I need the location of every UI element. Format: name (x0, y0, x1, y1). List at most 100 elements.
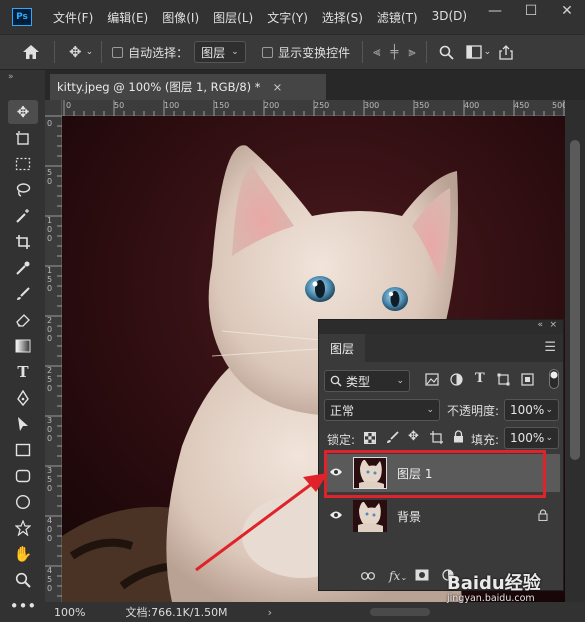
close-window-button[interactable]: ✕ (549, 0, 585, 26)
minimize-button[interactable]: — (477, 0, 513, 26)
move-tool-icon[interactable]: ✥ (69, 43, 82, 61)
lock-label: 锁定: (327, 433, 356, 447)
pen-tool-icon[interactable] (8, 386, 38, 410)
ruler-label: 50 (114, 101, 125, 110)
align-center-icon[interactable]: ╪ (391, 45, 399, 60)
menu-image[interactable]: 图像(I) (158, 9, 203, 26)
close-panel-icon[interactable]: × (549, 320, 557, 330)
separator (362, 41, 364, 63)
gradient-tool-icon[interactable] (8, 334, 38, 358)
type-filter-icon[interactable]: T (475, 371, 485, 386)
lasso-tool-icon[interactable] (8, 178, 38, 202)
blend-mode-dropdown[interactable]: 正常 ⌄ (324, 399, 440, 421)
artboard-tool-icon[interactable] (8, 126, 38, 150)
menu-layer[interactable]: 图层(L) (209, 9, 257, 26)
separator (54, 41, 55, 63)
ruler-label: 400 (464, 101, 480, 110)
layer-style-fx-icon[interactable]: fx⌄ (389, 569, 407, 583)
main-menu: 文件(F) 编辑(E) 图像(I) 图层(L) 文字(Y) 选择(S) 滤镜(T… (49, 9, 477, 26)
scrollbar-thumb[interactable] (570, 140, 580, 460)
zoom-level[interactable]: 100% (54, 606, 85, 619)
opacity-value: 100% (510, 403, 545, 417)
fill-field[interactable]: 100% ⌄ (504, 427, 559, 449)
window-controls: — ☐ ✕ (477, 0, 585, 26)
lock-pixels-icon[interactable] (386, 431, 399, 448)
ellipse-tool-icon[interactable] (8, 490, 38, 514)
opacity-field[interactable]: 100% ⌄ (504, 399, 559, 421)
show-transform-checkbox[interactable] (262, 46, 274, 58)
ruler-label: 450 (514, 101, 530, 110)
chevron-down-icon: ⌄ (545, 405, 553, 415)
path-selection-tool-icon[interactable] (8, 412, 38, 436)
type-tool-icon[interactable]: T (8, 360, 38, 384)
share-icon[interactable] (499, 44, 513, 60)
maximize-button[interactable]: ☐ (513, 0, 549, 26)
home-icon[interactable] (22, 44, 40, 60)
vertical-scrollbar[interactable] (565, 100, 585, 602)
eraser-tool-icon[interactable] (8, 308, 38, 332)
layer-row[interactable]: 背景 (324, 497, 560, 535)
rectangle-tool-icon[interactable] (8, 438, 38, 462)
chevron-down-icon[interactable]: ⌄ (86, 47, 94, 57)
align-right-icon[interactable]: ⫸ (408, 45, 415, 60)
menu-3d[interactable]: 3D(D) (428, 9, 471, 26)
status-arrow-icon[interactable]: › (268, 606, 272, 619)
document-tab[interactable]: kitty.jpeg @ 100% (图层 1, RGB/8) * × (50, 74, 326, 100)
layer-filter-dropdown[interactable]: 类型 ⌄ (324, 370, 410, 392)
menu-type[interactable]: 文字(Y) (263, 9, 312, 26)
ruler-label: 2 0 0 (47, 316, 53, 343)
fill-label: 填充: (471, 433, 500, 447)
zoom-tool-icon[interactable] (8, 568, 38, 592)
collapse-panel-icon[interactable]: « (537, 320, 543, 330)
document-tab-bar: kitty.jpeg @ 100% (图层 1, RGB/8) * × (45, 70, 585, 100)
menu-select[interactable]: 选择(S) (318, 9, 367, 26)
horizontal-scrollbar[interactable] (370, 608, 430, 616)
lock-position-icon[interactable]: ✥ (408, 429, 419, 444)
menu-file[interactable]: 文件(F) (49, 9, 97, 26)
collapse-toolbar-icon[interactable]: » (8, 72, 14, 82)
pixel-filter-icon[interactable] (425, 373, 439, 390)
lock-transparent-icon[interactable] (364, 432, 376, 448)
photoshop-logo: Ps (12, 8, 32, 26)
brush-tool-icon[interactable] (8, 282, 38, 306)
custom-shape-tool-icon[interactable] (8, 516, 38, 540)
layer-name[interactable]: 背景 (397, 508, 421, 525)
ruler-label: 350 (414, 101, 430, 110)
menu-edit[interactable]: 编辑(E) (103, 9, 152, 26)
close-document-icon[interactable]: × (273, 80, 283, 94)
eyedropper-tool-icon[interactable] (8, 256, 38, 280)
vertical-ruler: 0 5 0 1 0 0 1 5 0 2 0 0 2 5 0 3 0 0 3 5 … (45, 100, 62, 602)
hand-tool-icon[interactable]: ✋ (8, 542, 38, 566)
ruler-label: 300 (364, 101, 380, 110)
more-tools-icon[interactable]: ••• (8, 594, 38, 618)
menu-filter[interactable]: 滤镜(T) (373, 9, 422, 26)
workspace-icon[interactable] (466, 45, 482, 59)
chevron-down-icon[interactable]: ⌄ (484, 47, 492, 57)
filter-toggle[interactable] (549, 369, 559, 393)
smart-object-filter-icon[interactable] (521, 373, 534, 390)
ruler-label: 1 0 0 (47, 216, 53, 243)
ruler-label: 100 (164, 101, 180, 110)
chevron-down-icon: ⌄ (545, 433, 553, 443)
auto-select-checkbox[interactable] (112, 46, 124, 58)
crop-tool-icon[interactable] (8, 230, 38, 254)
shape-filter-icon[interactable] (497, 373, 510, 390)
search-icon[interactable] (439, 45, 454, 60)
visibility-eye-icon[interactable] (329, 509, 343, 524)
adjustment-filter-icon[interactable] (450, 373, 463, 390)
link-layers-icon[interactable] (361, 569, 375, 583)
auto-select-target-dropdown[interactable]: 图层 ⌄ (194, 41, 247, 63)
magic-wand-tool-icon[interactable] (8, 204, 38, 228)
rounded-rectangle-tool-icon[interactable] (8, 464, 38, 488)
tab-layers[interactable]: 图层 (319, 334, 365, 362)
lock-all-icon[interactable] (453, 430, 464, 447)
marquee-tool-icon[interactable] (8, 152, 38, 176)
align-left-icon[interactable]: ⫷ (373, 45, 380, 60)
panel-menu-icon[interactable]: ☰ (544, 340, 556, 355)
ruler-label: 0 (47, 119, 53, 128)
add-mask-icon[interactable] (415, 569, 429, 584)
ruler-label: 150 (214, 101, 230, 110)
lock-artboard-icon[interactable] (430, 431, 443, 448)
move-tool-icon[interactable]: ✥ (8, 100, 38, 124)
lock-icon (538, 508, 548, 524)
